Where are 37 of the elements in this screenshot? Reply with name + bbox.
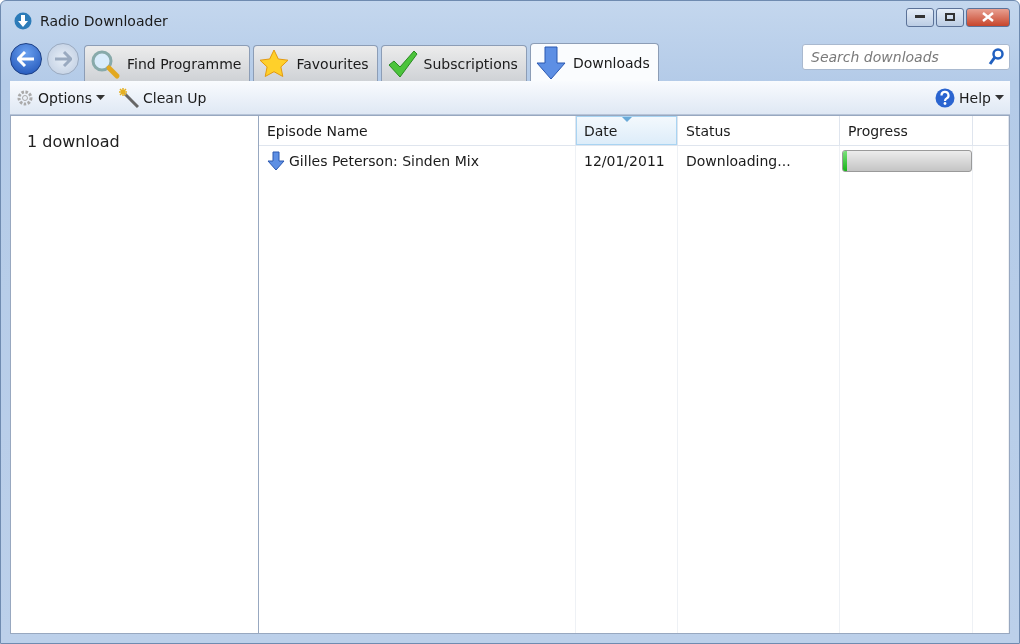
minimize-icon xyxy=(915,15,925,19)
column-header[interactable]: Date xyxy=(576,116,678,146)
window-title: Radio Downloader xyxy=(40,13,169,29)
help-icon xyxy=(935,87,956,108)
tab[interactable]: Subscriptions xyxy=(380,45,527,81)
help-button[interactable]: Help xyxy=(935,87,1004,108)
back-button[interactable] xyxy=(10,43,42,75)
left-arrow-icon xyxy=(17,51,35,67)
column-header[interactable]: Episode Name xyxy=(259,116,576,146)
episode-name: Gilles Peterson: Sinden Mix xyxy=(289,153,479,169)
gear-icon xyxy=(16,88,34,107)
maximize-button[interactable] xyxy=(936,7,964,27)
close-icon xyxy=(982,12,994,22)
search-icon xyxy=(988,48,1004,66)
date-cell: 12/01/2011 xyxy=(576,146,678,176)
app-icon xyxy=(14,12,32,30)
column-header[interactable]: Status xyxy=(678,116,840,146)
tab[interactable]: Downloads xyxy=(529,43,659,81)
caret-icon xyxy=(995,95,1004,100)
magic-wand-icon xyxy=(119,87,140,108)
search-field[interactable]: Search downloads xyxy=(802,44,1010,70)
status-cell: Downloading... xyxy=(678,146,840,176)
down-arrow-icon xyxy=(534,45,567,80)
star-icon xyxy=(258,47,291,80)
close-button[interactable] xyxy=(966,7,1010,27)
options-button[interactable]: Options xyxy=(16,88,106,107)
tab[interactable]: Find Programme xyxy=(84,45,251,81)
clean-up-button[interactable]: Clean Up xyxy=(119,87,207,108)
right-arrow-icon xyxy=(54,51,72,67)
down-arrow-icon xyxy=(267,151,285,171)
minimize-button[interactable] xyxy=(906,7,934,27)
column-header[interactable]: Progress xyxy=(840,116,973,146)
tab[interactable]: Favourites xyxy=(253,45,378,81)
maximize-icon xyxy=(945,13,955,21)
caret-icon xyxy=(96,95,106,100)
download-count: 1 download xyxy=(27,132,120,151)
sort-indicator-icon xyxy=(622,117,632,122)
